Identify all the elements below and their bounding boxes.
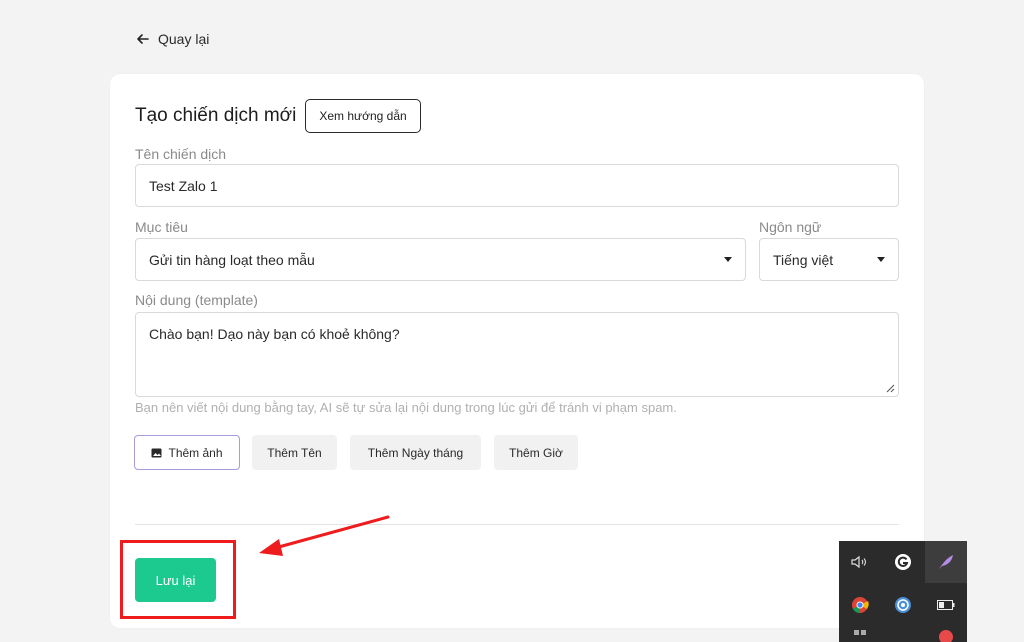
globe-app-icon[interactable] — [882, 584, 924, 626]
back-link[interactable]: Quay lại — [136, 31, 209, 47]
content-hint: Bạn nên viết nội dung bằng tay, AI sẽ tự… — [135, 400, 677, 415]
content-value: Chào bạn! Dạo này bạn có khoẻ không? — [149, 326, 400, 342]
chrome-icon[interactable] — [839, 584, 881, 626]
caret-down-icon — [877, 257, 885, 262]
goal-select[interactable]: Gửi tin hàng loạt theo mẫu — [135, 238, 746, 281]
content-label: Nội dung (template) — [135, 292, 258, 308]
page-title: Tạo chiến dịch mới — [135, 105, 297, 126]
campaign-name-value: Test Zalo 1 — [149, 177, 218, 194]
tray-item[interactable] — [839, 627, 881, 642]
add-image-button[interactable]: Thêm ảnh — [134, 435, 240, 470]
campaign-name-input[interactable]: Test Zalo 1 — [135, 164, 899, 207]
battery-icon[interactable] — [925, 584, 967, 626]
add-time-label: Thêm Giờ — [509, 445, 563, 460]
add-name-button[interactable]: Thêm Tên — [252, 435, 337, 470]
resize-handle-icon[interactable] — [886, 384, 895, 393]
caret-down-icon — [724, 257, 732, 262]
guide-button[interactable]: Xem hướng dẫn — [305, 99, 421, 133]
g-app-icon[interactable] — [882, 541, 924, 583]
goal-label: Mục tiêu — [135, 219, 188, 235]
form-divider — [135, 524, 899, 525]
system-tray-popup — [839, 541, 967, 642]
add-time-button[interactable]: Thêm Giờ — [494, 435, 578, 470]
image-icon — [151, 448, 162, 457]
add-date-label: Thêm Ngày tháng — [367, 445, 464, 460]
language-label: Ngôn ngữ — [759, 219, 822, 235]
volume-icon[interactable] — [839, 541, 881, 583]
add-date-button[interactable]: Thêm Ngày tháng — [350, 435, 481, 470]
language-select[interactable]: Tiếng việt — [759, 238, 899, 281]
arrow-left-icon — [137, 34, 149, 44]
language-value: Tiếng việt — [773, 251, 834, 268]
add-image-label: Thêm ảnh — [168, 445, 223, 460]
highlight-box — [120, 540, 236, 619]
tray-item[interactable] — [925, 627, 967, 642]
goal-value: Gửi tin hàng loạt theo mẫu — [149, 251, 315, 268]
content-textarea[interactable]: Chào bạn! Dạo này bạn có khoẻ không? — [135, 312, 899, 397]
feather-icon[interactable] — [925, 541, 967, 583]
add-name-label: Thêm Tên — [267, 445, 322, 460]
campaign-name-label: Tên chiến dịch — [135, 146, 227, 162]
back-label: Quay lại — [158, 31, 210, 47]
